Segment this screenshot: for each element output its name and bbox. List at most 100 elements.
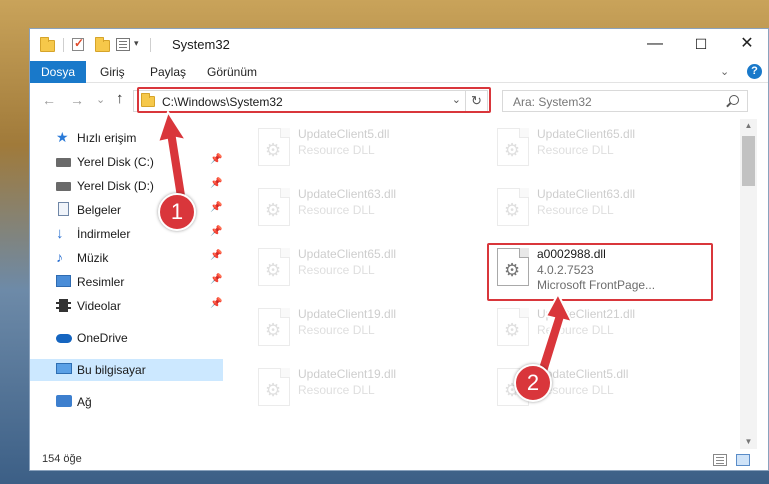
dll-file-icon	[497, 188, 529, 226]
title-bar: ▾ System32 — ☐ ✕	[30, 29, 768, 61]
details-view-icon[interactable]	[713, 454, 727, 466]
file-tile[interactable]: UpdateClient19.dll Resource DLL	[250, 303, 470, 351]
help-icon[interactable]: ?	[747, 64, 762, 79]
minimize-button[interactable]: —	[632, 29, 678, 59]
network-icon	[56, 395, 72, 407]
close-button[interactable]: ✕	[724, 29, 768, 59]
dll-file-icon	[497, 128, 529, 166]
search-box[interactable]: Ara: System32	[502, 90, 748, 112]
ribbon-expand-icon[interactable]: ⌄	[720, 65, 729, 78]
sidebar-item-label: Belgeler	[77, 203, 122, 217]
file-name: UpdateClient19.dll	[298, 307, 397, 321]
tab-view[interactable]: Görünüm	[199, 61, 265, 83]
properties-check-icon[interactable]	[72, 36, 84, 51]
pictures-icon	[56, 275, 71, 287]
up-button[interactable]: ↑	[116, 90, 124, 107]
music-icon: ♪	[56, 249, 63, 265]
file-list: UpdateClient5.dll Resource DLL UpdateCli…	[230, 119, 740, 449]
file-tile[interactable]: UpdateClient5.dll Resource DLL	[250, 123, 470, 171]
tab-share[interactable]: Paylaş	[142, 61, 194, 83]
navigation-bar: ← → ⌄ ↑ C:\Windows\System32 ⌄ ↻ Ara: Sys…	[30, 84, 768, 118]
pin-icon[interactable]: 📌	[210, 202, 222, 213]
sidebar-item-label: Yerel Disk (C:)	[77, 155, 154, 169]
separator	[63, 38, 64, 52]
pin-icon[interactable]: 📌	[210, 298, 222, 309]
status-bar: 154 öğe	[30, 450, 768, 470]
file-tile[interactable]: UpdateClient63.dll Resource DLL	[250, 183, 470, 231]
address-bar[interactable]: C:\Windows\System32 ⌄ ↻	[133, 90, 488, 112]
dll-file-icon	[258, 248, 290, 286]
file-company: Microsoft FrontPage...	[537, 278, 656, 292]
vertical-scrollbar[interactable]: ▲ ▼	[740, 119, 757, 449]
dll-file-icon	[497, 248, 529, 286]
file-name: UpdateClient21.dll	[537, 307, 636, 321]
sidebar-item-pictures[interactable]: Resimler 📌	[30, 271, 223, 293]
sidebar-item-label: Videolar	[77, 299, 121, 313]
pin-icon[interactable]: 📌	[210, 274, 222, 285]
file-name: a0002988.dll	[537, 247, 606, 261]
video-icon	[56, 299, 71, 312]
sidebar-item-network[interactable]: Ağ	[30, 391, 223, 413]
pin-icon[interactable]: 📌	[210, 154, 222, 165]
tab-home[interactable]: Giriş	[92, 61, 133, 83]
sidebar-item-local-disk-c[interactable]: Yerel Disk (C:) 📌	[30, 151, 223, 173]
scroll-down-icon[interactable]: ▼	[740, 435, 757, 449]
tiles-view-icon[interactable]	[736, 454, 750, 466]
search-placeholder[interactable]: Ara: System32	[513, 95, 592, 109]
disk-icon	[56, 158, 71, 167]
address-dropdown-icon[interactable]: ⌄	[452, 93, 461, 106]
file-tile-a0002988[interactable]: a0002988.dll 4.0.2.7523 Microsoft FrontP…	[489, 243, 709, 292]
folder-icon[interactable]	[40, 37, 55, 52]
sidebar-item-videos[interactable]: Videolar 📌	[30, 295, 223, 317]
file-type: Resource DLL	[298, 323, 375, 337]
window-title: System32	[172, 37, 230, 52]
sidebar-item-onedrive[interactable]: OneDrive	[30, 327, 223, 349]
file-name: UpdateClient65.dll	[537, 127, 636, 141]
pin-icon[interactable]: 📌	[210, 178, 222, 189]
dll-file-icon	[258, 368, 290, 406]
file-tile[interactable]: UpdateClient65.dll Resource DLL	[489, 123, 709, 171]
file-tile[interactable]: UpdateClient21.dll Resource DLL	[489, 303, 709, 351]
file-type: Resource DLL	[537, 143, 614, 157]
new-folder-icon[interactable]	[95, 37, 110, 52]
sidebar-item-downloads[interactable]: ↓ İndirmeler 📌	[30, 223, 223, 245]
dll-file-icon	[258, 308, 290, 346]
qat-dropdown-icon[interactable]: ▾	[134, 38, 139, 54]
pin-icon[interactable]: 📌	[210, 250, 222, 261]
disk-icon	[56, 182, 71, 191]
sidebar-item-label: Bu bilgisayar	[77, 363, 146, 377]
file-tile[interactable]: UpdateClient63.dll Resource DLL	[489, 183, 709, 231]
file-type: Resource DLL	[298, 263, 375, 277]
back-button[interactable]: ←	[42, 92, 56, 108]
scroll-up-icon[interactable]: ▲	[740, 119, 757, 133]
file-type: Resource DLL	[298, 143, 375, 157]
tab-file[interactable]: Dosya	[30, 61, 86, 83]
search-icon[interactable]	[729, 95, 739, 105]
maximize-button[interactable]: ☐	[678, 29, 724, 59]
pin-icon[interactable]: 📌	[210, 226, 222, 237]
download-icon: ↓	[56, 225, 64, 242]
sidebar-item-local-disk-d[interactable]: Yerel Disk (D:) 📌	[30, 175, 223, 197]
ribbon-tabs: Dosya Giriş Paylaş Görünüm ⌄ ?	[30, 61, 768, 83]
customize-qat-icon[interactable]	[116, 38, 130, 51]
file-tile[interactable]: UpdateClient19.dll Resource DLL	[250, 363, 470, 411]
sidebar-item-this-pc[interactable]: Bu bilgisayar	[30, 359, 223, 381]
annotation-badge-1: 1	[158, 193, 196, 231]
address-path[interactable]: C:\Windows\System32	[162, 95, 283, 109]
sidebar-item-quick-access[interactable]: ★ Hızlı erişim	[30, 127, 223, 149]
scroll-thumb[interactable]	[742, 136, 755, 186]
file-name: UpdateClient19.dll	[298, 367, 397, 381]
file-name: UpdateClient5.dll	[298, 127, 390, 141]
recent-locations-button[interactable]: ⌄	[96, 93, 105, 106]
file-type: Resource DLL	[298, 383, 375, 397]
star-icon: ★	[56, 129, 69, 145]
dll-file-icon	[497, 308, 529, 346]
sidebar-item-music[interactable]: ♪ Müzik 📌	[30, 247, 223, 269]
sidebar-item-label: Yerel Disk (D:)	[77, 179, 154, 193]
sidebar-item-label: Müzik	[77, 251, 109, 265]
sidebar-item-label: İndirmeler	[77, 227, 131, 241]
refresh-button[interactable]: ↻	[465, 91, 487, 111]
dll-file-icon	[258, 188, 290, 226]
file-tile[interactable]: UpdateClient65.dll Resource DLL	[250, 243, 470, 291]
forward-button[interactable]: →	[70, 92, 84, 108]
